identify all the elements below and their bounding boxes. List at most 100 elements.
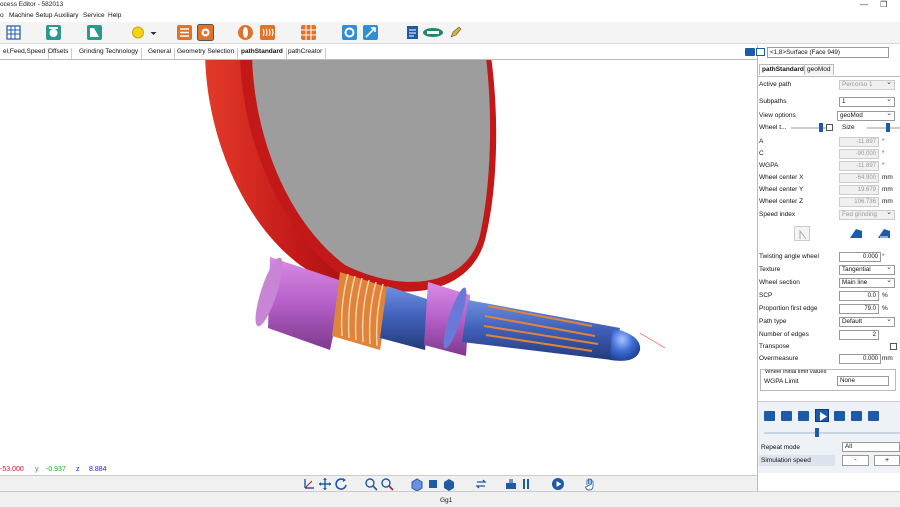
menu-machine-setup[interactable]: Machine Setup [9,12,52,19]
menu-help[interactable]: Help [108,12,121,19]
tab-wheel-feed-speed[interactable]: el,Feed,Speed [0,48,50,59]
play-icon[interactable] [551,477,565,491]
tab-general[interactable]: General [145,48,176,59]
process-icon[interactable] [176,24,193,41]
document-icon[interactable] [404,24,421,41]
twisting-angle-input[interactable]: 0.000 [839,252,881,262]
play-button[interactable] [815,409,829,422]
wave-icon[interactable] [259,24,276,41]
texture-label: Texture [759,266,781,273]
active-path-select[interactable]: Percorso 1 [839,79,895,90]
view-front-icon[interactable] [410,477,424,492]
wgpa-label: WGPA [759,162,779,169]
disc-icon[interactable] [237,24,254,41]
machine-view-icon[interactable] [504,477,518,491]
row-overmeasure: Overmeasure 0.000 mm [759,354,899,365]
zoom-icon[interactable] [364,477,378,491]
hand-icon[interactable] [583,477,597,491]
y-label: y [35,466,39,473]
wheel-outline-icon [799,229,807,240]
profile-left-button[interactable] [848,226,864,241]
tab-offsets[interactable]: Offsets [45,48,73,59]
grid-icon[interactable] [5,24,22,41]
row-proportion-first-edge: Proportion first edge 79.0 % [759,304,899,315]
zoom-window-icon[interactable] [380,477,394,491]
grinding-active-icon[interactable] [197,24,214,41]
wheel-setup-icon[interactable] [86,24,103,41]
tool-view-icon[interactable] [520,477,534,491]
wgpa-limit-label: WGPA Limit [764,378,799,385]
speed-increase-button[interactable]: + [874,455,900,466]
logo-icon[interactable] [422,24,444,41]
repeat-mode-select[interactable]: All [842,442,900,452]
next-arrow-icon[interactable] [756,48,765,56]
row-subpaths: Subpaths 1 [759,96,899,108]
axes-icon[interactable] [302,477,316,491]
wheel-t-checkbox[interactable] [826,124,833,131]
wheel-edit-button[interactable] [794,226,810,241]
wheel-center-y-unit: mm [882,186,893,193]
maximize-button[interactable]: ❐ [880,0,887,9]
grinding-wheel [205,60,497,292]
tab-pathstandard[interactable]: pathStandard [238,48,287,59]
row-wheel-center-y: Wheel center Y 19.679 mm [759,185,899,196]
speed-decrease-button[interactable]: - [842,455,869,466]
rotate-icon[interactable] [334,477,348,491]
tab-pathcreator[interactable]: pathCreator [285,48,327,59]
timeline-handle[interactable] [815,428,819,437]
machine-icon[interactable] [45,24,62,41]
view-top-icon[interactable] [426,477,440,491]
size-slider[interactable] [867,127,900,129]
speed-index-select[interactable]: Fed grinding [839,209,895,220]
profile-right-button[interactable] [876,226,892,241]
minimize-button[interactable]: — [860,0,868,9]
z-label: z [76,466,80,473]
view-options-select[interactable]: geoMod [837,110,895,121]
step-backward-icon[interactable] [798,411,809,421]
fast-backward-icon[interactable] [781,411,792,421]
menu-service[interactable]: Service [83,12,105,19]
tool-path-icon[interactable] [362,24,379,41]
prev-arrow-icon[interactable] [745,48,755,56]
timeline-slider[interactable] [764,432,900,434]
pan-icon[interactable] [318,477,332,491]
3d-scene[interactable] [0,60,757,475]
size-slider-handle[interactable] [886,123,890,132]
panel-tab-pathstandard[interactable]: pathStandard [759,64,807,75]
overmeasure-input[interactable]: 0.000 [839,354,881,364]
skip-end-icon[interactable] [868,411,879,421]
wheel-center-y-field: 19.679 [839,185,879,195]
row-scp: SCP 0.0 % [759,291,899,302]
panel-tab-geomod[interactable]: geoMod [804,64,834,75]
wheel-section-select[interactable]: Main line [839,277,895,288]
row-wheel-center-x: Wheel center X -64.900 mm [759,173,899,184]
view-iso-icon[interactable] [442,477,456,491]
3d-viewport[interactable] [0,60,757,475]
texture-select[interactable]: Tangential [839,264,895,275]
gear-icon[interactable] [341,24,358,41]
number-of-edges-input[interactable]: 2 [839,330,879,340]
speed-index-label: Speed index [759,211,796,218]
face-selector[interactable]: <1,8>Surface (Face 949) [767,47,889,58]
proportion-first-edge-input[interactable]: 79.0 [839,304,879,314]
path-type-select[interactable]: Default [839,316,895,327]
chevron-down-icon[interactable] [145,24,157,41]
menu-auxiliary[interactable]: Auxiliary [54,12,79,19]
transpose-checkbox[interactable] [890,343,897,350]
step-forward-icon[interactable] [834,411,845,421]
wgpa-field: -11.897 [839,161,879,171]
skip-start-icon[interactable] [764,411,775,421]
wheel-center-z-unit: mm [882,198,893,205]
tab-geometry-selection[interactable]: Geometry Selection [174,48,239,59]
tab-grinding-technology[interactable]: Grinding Technology [76,48,143,59]
pencil-icon[interactable] [447,24,464,41]
subpaths-select[interactable]: 1 [839,96,895,107]
matrix-icon[interactable] [300,24,317,41]
swap-icon[interactable] [474,477,488,491]
menu-file[interactable]: o [0,12,4,19]
scp-input[interactable]: 0.0 [839,291,879,301]
play-triangle-icon [820,412,827,421]
wheel-t-slider-handle[interactable] [819,123,823,132]
fast-forward-icon[interactable] [851,411,862,421]
wgpa-limit-select[interactable]: None [837,376,889,386]
